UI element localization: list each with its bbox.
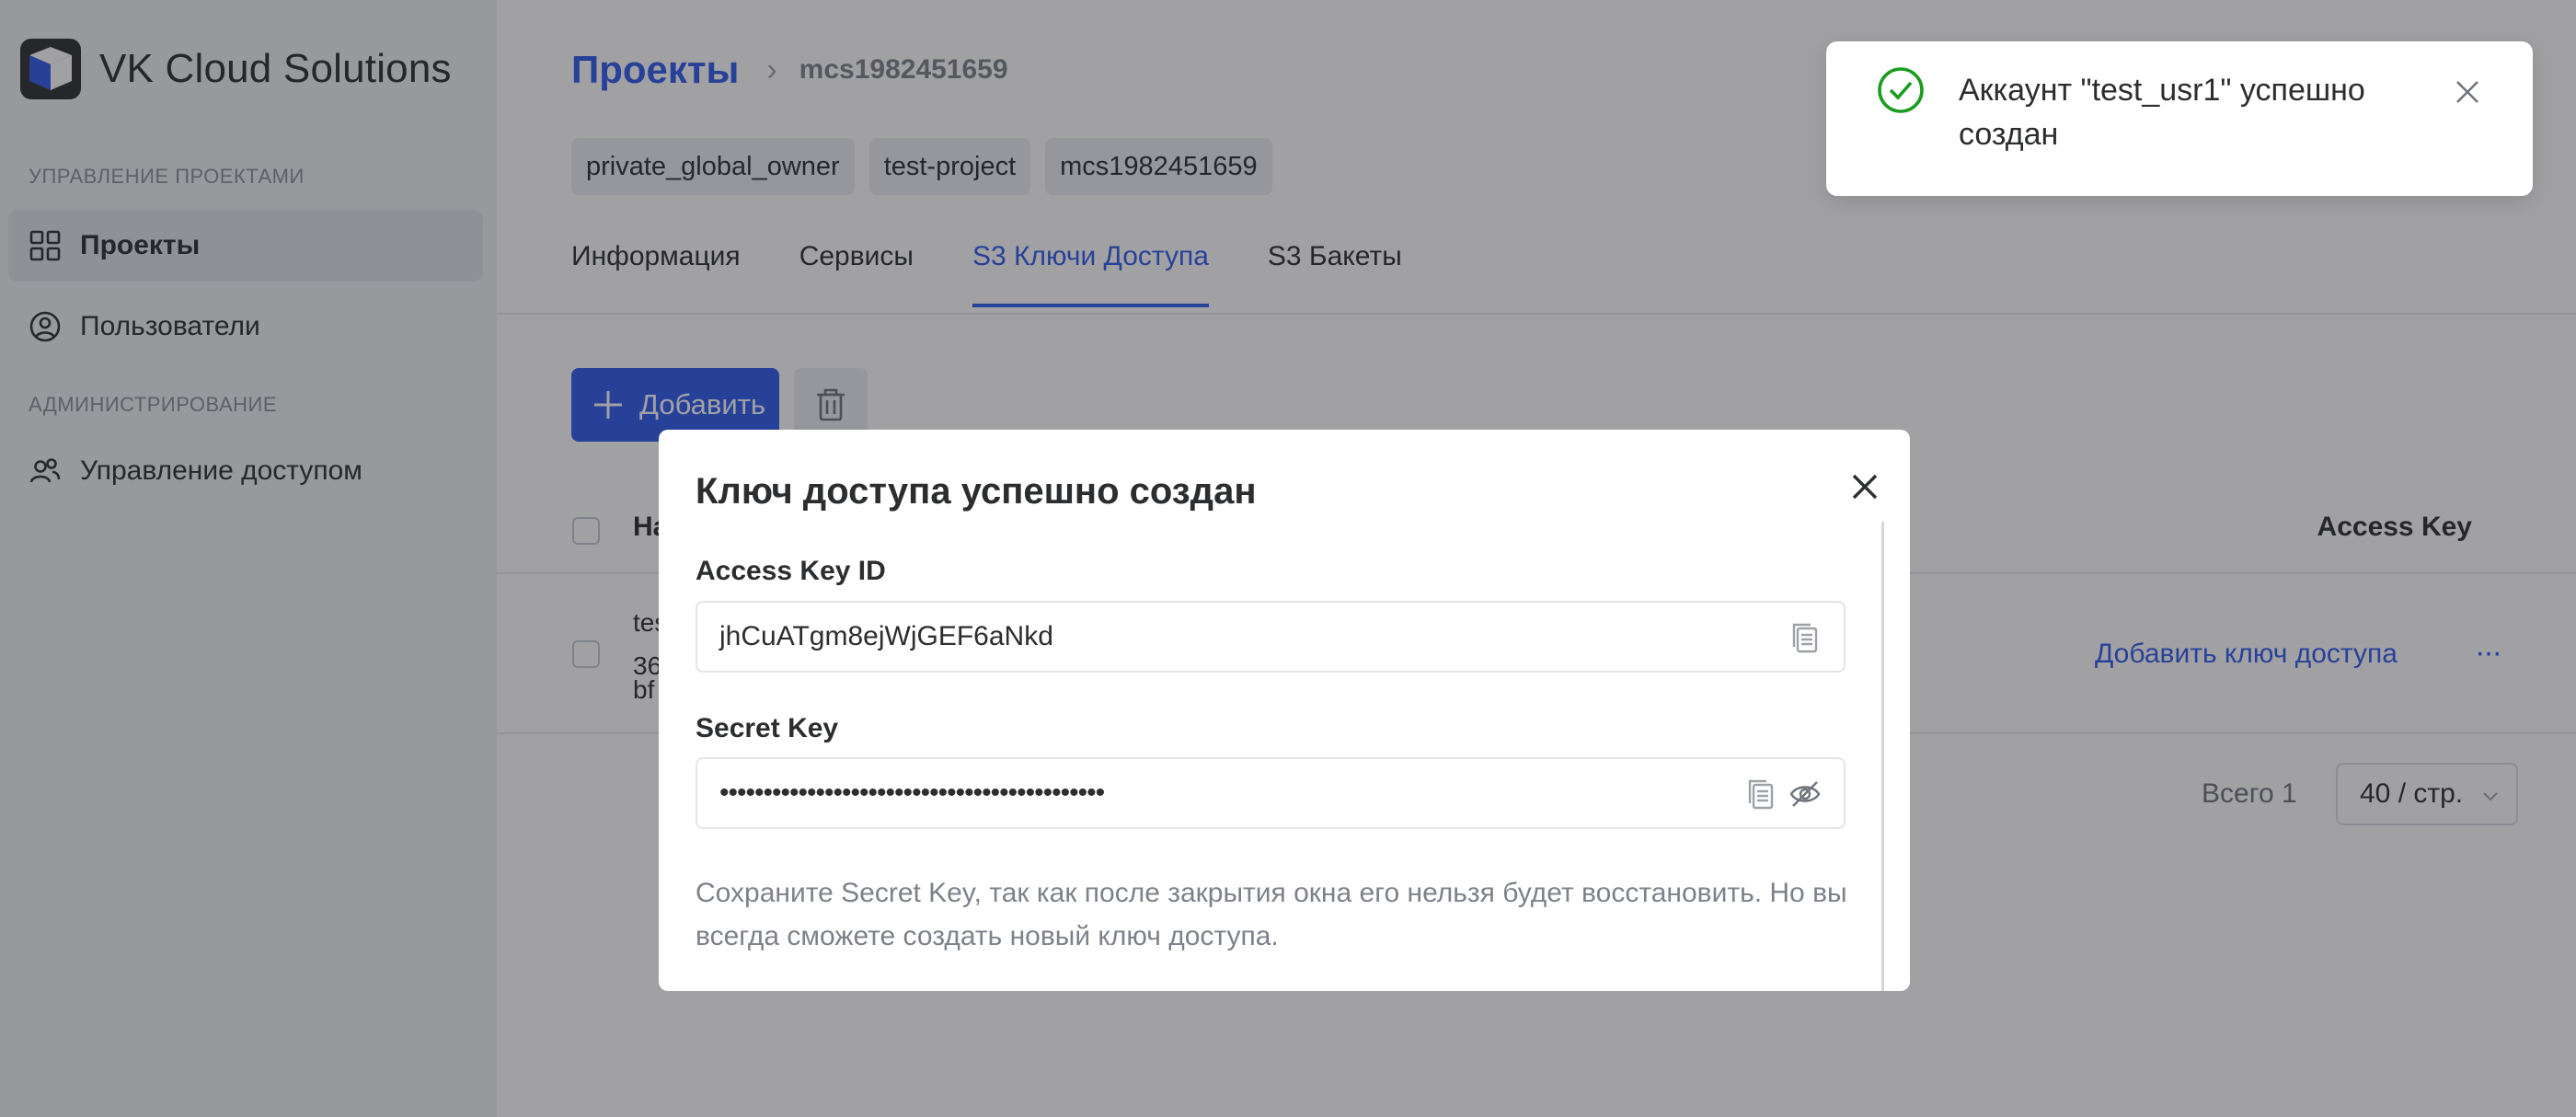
toast-message: Аккаунт "test_usr1" успешно создан (1959, 73, 2365, 152)
secret-key-value: ••••••••••••••••••••••••••••••••••••••••… (719, 777, 1105, 808)
modal-scrollbar[interactable] (1881, 522, 1884, 991)
access-key-id-field[interactable]: jhCuATgm8ejWjGEF6aNkd (696, 601, 1846, 673)
check-circle-icon (1878, 67, 1924, 113)
copy-icon[interactable] (1788, 621, 1822, 654)
close-icon[interactable] (1843, 465, 1887, 509)
access-key-id-value: jhCuATgm8ejWjGEF6aNkd (719, 621, 1053, 651)
success-toast: Аккаунт "test_usr1" успешно создан (1826, 41, 2533, 196)
secret-key-label: Secret Key (696, 713, 839, 743)
access-key-id-label: Access Key ID (696, 556, 886, 586)
modal-note: Сохраните Secret Key, так как после закр… (696, 878, 1847, 951)
eye-off-icon[interactable] (1788, 777, 1822, 811)
modal-title: Ключ доступа успешно создан (696, 471, 1257, 512)
secret-key-field[interactable]: ••••••••••••••••••••••••••••••••••••••••… (696, 757, 1846, 829)
copy-icon[interactable] (1744, 777, 1777, 811)
close-icon[interactable] (2452, 76, 2483, 108)
access-key-created-modal: Ключ доступа успешно создан Access Key I… (659, 430, 1910, 991)
